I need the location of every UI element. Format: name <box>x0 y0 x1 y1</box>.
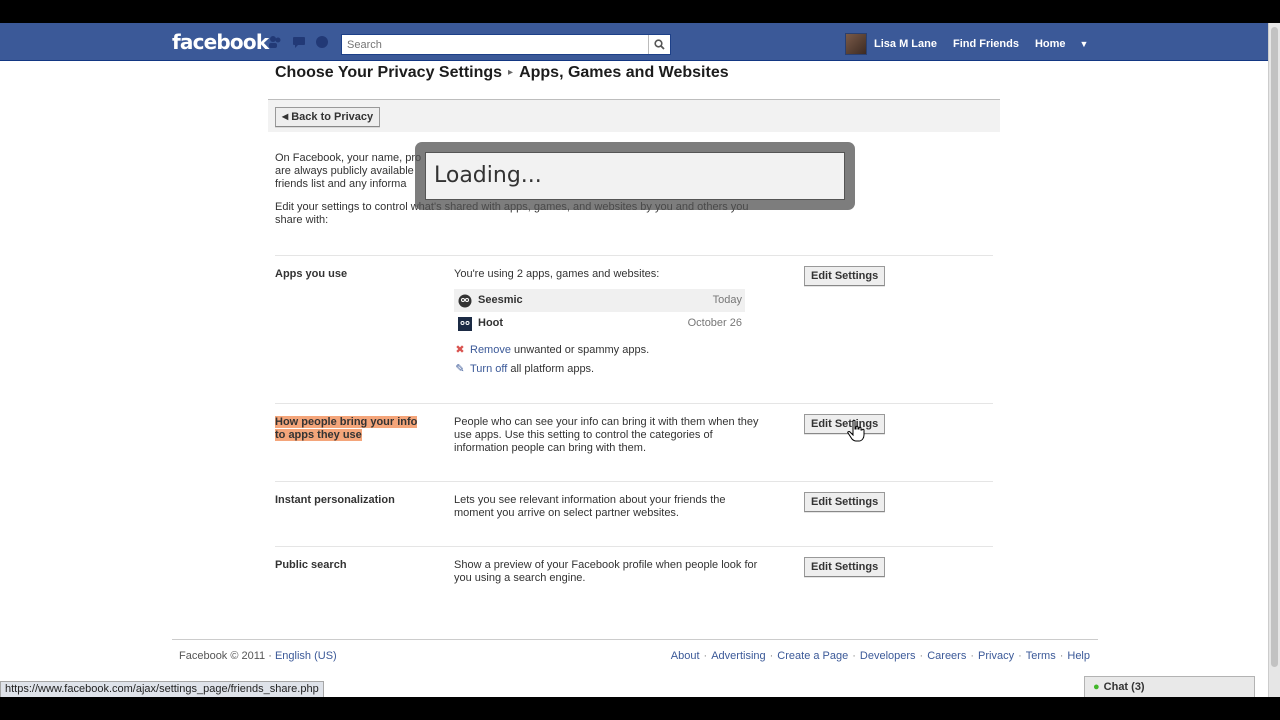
back-bar: ◀ Back to Privacy <box>268 99 1000 132</box>
footer-separator: · <box>1018 650 1022 662</box>
section-label: Instant personalization <box>275 494 395 506</box>
chevron-left-icon: ◀ <box>282 112 289 121</box>
breadcrumb-separator-icon: ▸ <box>508 67 514 78</box>
intro-line-3: friends list and any informa <box>275 178 407 190</box>
section-label: Public search <box>275 559 347 571</box>
app-date: Today <box>712 294 742 306</box>
home-link[interactable]: Home <box>1027 38 1074 50</box>
account-dropdown-icon[interactable]: ▼ <box>1074 39 1089 49</box>
footer-link-developers[interactable]: Developers <box>860 650 916 662</box>
chat-tab[interactable]: ● Chat (3) <box>1084 676 1255 698</box>
edit-settings-button[interactable]: Edit Settings <box>804 557 886 577</box>
chat-label: Chat (3) <box>1103 681 1145 693</box>
footer-links: About · Advertising · Create a Page · Develope… <box>671 650 1090 662</box>
footer-left: Facebook © 2011 · English (US) <box>179 650 337 662</box>
footer-separator: · <box>1059 650 1064 662</box>
section-label: How people bring your info to apps they … <box>275 416 430 442</box>
section-description: People who can see your info can bring i… <box>454 416 759 454</box>
turn-off-platform-link[interactable]: Turn off <box>470 363 507 376</box>
profile-name-link[interactable]: Lisa M Lane <box>867 38 945 50</box>
turn-off-row: ✎ Turn off all platform apps. <box>454 363 764 376</box>
screen-letterbox-bottom <box>0 697 1280 720</box>
section-description: You're using 2 apps, games and websites:… <box>454 268 764 376</box>
section-info-accessible-through-friends: How people bring your info to apps they … <box>275 403 993 481</box>
seesmic-app-icon <box>457 293 472 308</box>
hootsuite-app-icon <box>457 316 472 331</box>
pencil-icon: ✎ <box>455 363 465 375</box>
avatar[interactable] <box>845 33 867 55</box>
footer-link-privacy[interactable]: Privacy <box>978 650 1014 662</box>
loading-dialog: Loading... <box>415 142 855 210</box>
footer-link-terms[interactable]: Terms <box>1026 650 1056 662</box>
app-name[interactable]: Hoot <box>478 317 688 330</box>
section-label: Apps you use <box>275 268 348 280</box>
apps-count-text: You're using 2 apps, games and websites: <box>454 268 660 280</box>
footer-link-advertising[interactable]: Advertising <box>711 650 765 662</box>
section-apps-you-use: Apps you use You're using 2 apps, games … <box>275 255 993 403</box>
back-to-privacy-button[interactable]: ◀ Back to Privacy <box>275 107 381 127</box>
footer-link-create-page[interactable]: Create a Page <box>777 650 848 662</box>
search-button[interactable] <box>648 35 670 54</box>
footer-link-about[interactable]: About <box>671 650 700 662</box>
highlighted-section-label: How people bring your info to apps they … <box>275 416 418 441</box>
footer-separator: · <box>970 650 975 662</box>
red-x-icon: ✖ <box>455 344 465 356</box>
section-description: Lets you see relevant information about … <box>454 494 726 519</box>
list-item[interactable]: Seesmic Today <box>454 289 745 312</box>
hand-cursor-icon <box>847 420 865 442</box>
messages-icon[interactable] <box>292 35 306 49</box>
browser-status-url: https://www.facebook.com/ajax/settings_p… <box>0 681 324 698</box>
top-nav-right: Lisa M Lane Find Friends Home ▼ <box>845 33 1088 55</box>
language-link[interactable]: English (US) <box>275 650 337 662</box>
loading-text: Loading... <box>434 163 542 188</box>
screen-letterbox-top <box>0 0 1280 23</box>
remove-apps-row: ✖ Remove unwanted or spammy apps. <box>454 344 764 357</box>
chat-online-icon: ● <box>1093 681 1100 693</box>
footer-separator: · <box>852 650 856 662</box>
edit-settings-button[interactable]: Edit Settings <box>804 266 886 286</box>
intro-line-2: are always publicly available <box>275 165 414 177</box>
footer-separator: · <box>703 650 708 662</box>
notifications-globe-icon[interactable] <box>315 35 329 49</box>
loading-dialog-body: Loading... <box>425 152 845 200</box>
app-tools: ✖ Remove unwanted or spammy apps. ✎ Turn… <box>454 344 764 376</box>
section-public-search: Public search Show a preview of your Fac… <box>275 546 993 606</box>
remove-apps-link[interactable]: Remove <box>470 344 511 357</box>
section-instant-personalization: Instant personalization Lets you see rel… <box>275 481 993 546</box>
find-friends-link[interactable]: Find Friends <box>945 38 1027 50</box>
intro-line-1: On Facebook, your name, pro <box>275 152 422 164</box>
back-to-privacy-label: Back to Privacy <box>291 111 374 123</box>
page-footer: Facebook © 2011 · English (US) About · Adv… <box>172 639 1098 662</box>
app-name[interactable]: Seesmic <box>478 294 713 307</box>
edit-settings-button[interactable]: Edit Settings <box>804 492 886 512</box>
page-title: Apps, Games and Websites <box>519 64 729 81</box>
footer-link-help[interactable]: Help <box>1067 650 1090 662</box>
app-date: October 26 <box>687 317 742 329</box>
top-navigation-bar: facebook Lisa M Lane Find Friends Home ▼ <box>0 23 1268 61</box>
breadcrumb: Choose Your Privacy Settings ▸ Apps, Games… <box>275 64 729 82</box>
search-box <box>341 34 671 55</box>
footer-separator: · <box>769 650 774 662</box>
facebook-logo[interactable]: facebook <box>172 30 269 54</box>
footer-link-careers[interactable]: Careers <box>927 650 966 662</box>
footer-separator: · <box>919 650 924 662</box>
breadcrumb-root[interactable]: Choose Your Privacy Settings <box>275 64 502 81</box>
app-list: Seesmic Today Hoot October 26 <box>454 289 745 335</box>
remove-apps-text: unwanted or spammy apps. <box>510 344 650 356</box>
list-item[interactable]: Hoot October 26 <box>454 312 745 335</box>
vertical-scrollbar[interactable] <box>1268 23 1280 697</box>
turn-off-text: all platform apps. <box>507 363 595 375</box>
edit-settings-button[interactable]: Edit Settings <box>804 414 886 434</box>
copyright-text: Facebook © 2011 · <box>179 650 272 662</box>
scrollbar-thumb[interactable] <box>1271 27 1278 667</box>
section-description: Show a preview of your Facebook profile … <box>454 559 758 584</box>
friend-requests-icon[interactable] <box>268 35 282 49</box>
search-input[interactable] <box>342 35 648 54</box>
search-icon <box>654 39 665 50</box>
